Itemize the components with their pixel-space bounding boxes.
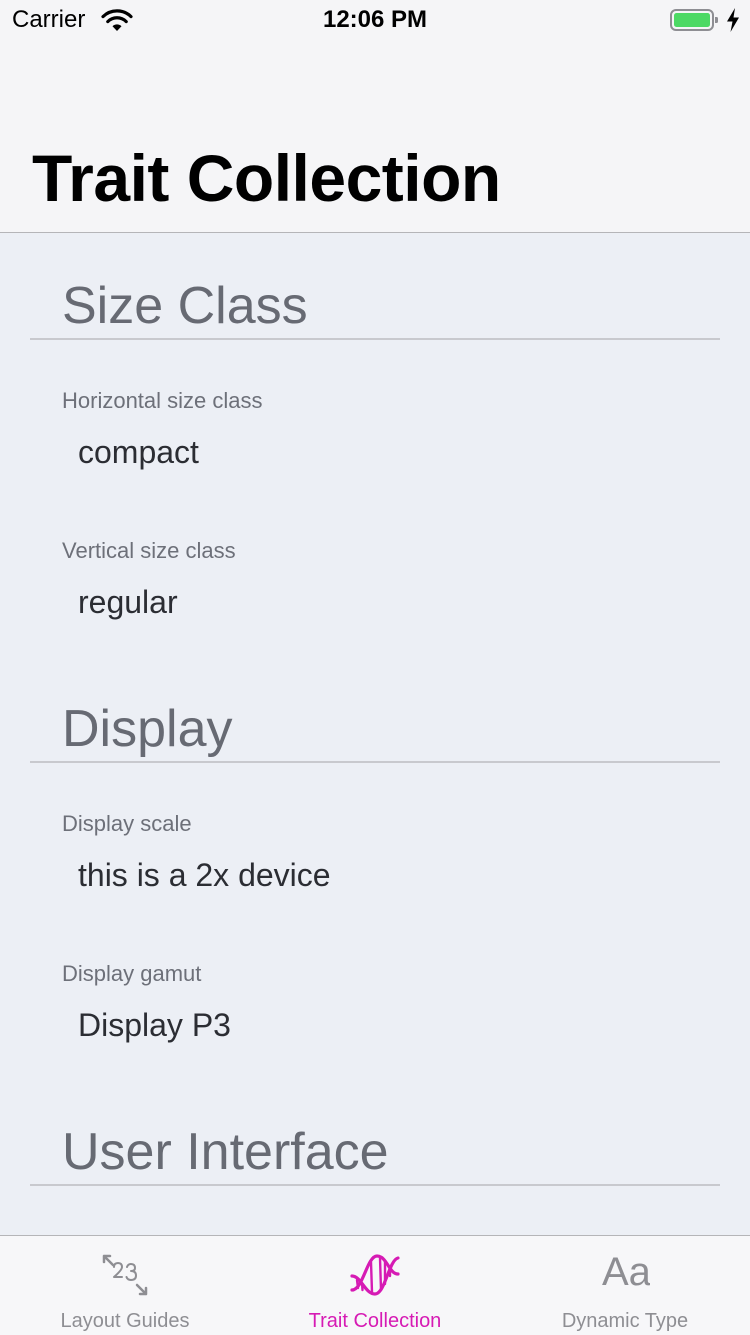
field-label-horizontal-size-class: Horizontal size class: [62, 388, 263, 413]
field-label-display-gamut: Display gamut: [62, 961, 202, 986]
section-header-size-class: Size Class: [30, 233, 720, 340]
tab-label: Dynamic Type: [561, 1310, 689, 1332]
field-value-display-gamut: Display P3: [78, 1007, 231, 1043]
section-header-display: Display: [30, 663, 720, 763]
layout-guides-icon: [102, 1254, 148, 1296]
field-label-vertical-size-class: Vertical size class: [62, 538, 236, 563]
battery-icon: [670, 9, 718, 31]
field-value-display-scale: this is a 2x device: [78, 857, 331, 893]
tab-label: Layout Guides: [60, 1310, 190, 1332]
tab-label: Trait Collection: [308, 1310, 442, 1332]
trait-list[interactable]: Size Class Horizontal size class compact…: [0, 233, 750, 1235]
field-value-vertical-size-class: regular: [78, 584, 178, 620]
tab-layout-guides[interactable]: Layout Guides: [0, 1236, 250, 1335]
navigation-bar: Trait Collection: [0, 40, 750, 233]
status-bar: Carrier 12:06 PM: [0, 0, 750, 40]
charging-bolt-icon: [727, 8, 739, 32]
field-label-display-scale: Display scale: [62, 811, 192, 836]
dna-icon: [350, 1254, 400, 1296]
tab-trait-collection[interactable]: Trait Collection: [250, 1236, 500, 1335]
text-size-icon: Aa: [600, 1248, 650, 1298]
tab-dynamic-type[interactable]: Aa Dynamic Type: [500, 1236, 750, 1335]
tab-bar: Layout Guides Trait Collection Aa Dynami…: [0, 1235, 750, 1335]
text-size-icon-glyph: Aa: [602, 1250, 650, 1294]
section-title: User Interface: [62, 1123, 389, 1181]
status-time: 12:06 PM: [322, 6, 428, 33]
field-value-horizontal-size-class: compact: [78, 434, 199, 470]
section-title: Size Class: [62, 277, 308, 335]
page-title: Trait Collection: [32, 141, 501, 215]
section-title: Display: [62, 700, 233, 758]
section-header-user-interface: User Interface: [30, 1086, 720, 1186]
